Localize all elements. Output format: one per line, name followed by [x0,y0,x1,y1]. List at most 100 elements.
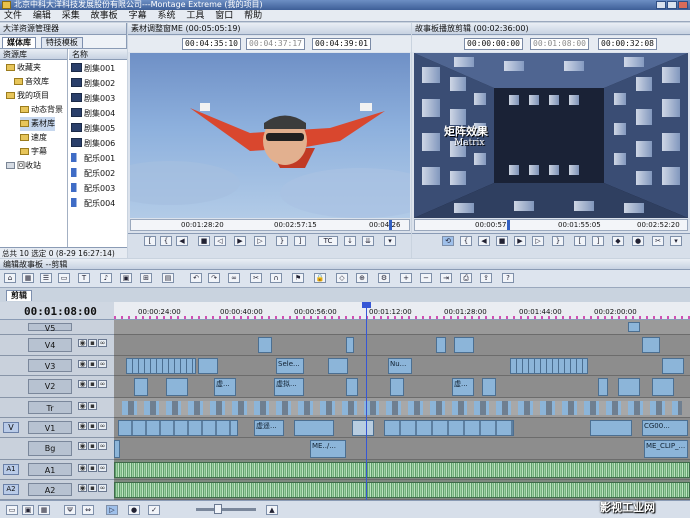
eye-icon[interactable]: ◉ [78,402,87,410]
output-icon[interactable]: ⇥ [440,273,452,283]
track-lane-bg[interactable]: ME../... ME_CLIP_... [114,438,690,460]
range-tool-icon[interactable]: ▭ [58,273,70,283]
link-icon[interactable]: ∞ [98,484,107,492]
list-item[interactable]: 配乐003 [69,181,127,196]
eye-icon[interactable]: ◉ [78,380,87,388]
render-button[interactable]: ◆ [612,236,624,246]
tree-item-favorites[interactable]: 收藏夹 [6,61,41,75]
transition-strip[interactable] [122,401,682,415]
record-button[interactable]: ● [632,236,644,246]
clip[interactable] [166,378,188,396]
select-tool-icon[interactable]: ⌂ [4,273,16,283]
clip[interactable] [590,420,632,436]
menu-help[interactable]: 帮助 [240,10,266,22]
play-button[interactable]: ▶ [514,236,526,246]
list-item[interactable]: 剧集004 [69,106,127,121]
lock-icon[interactable]: ▪ [88,422,97,430]
program-ruler[interactable]: 00:00:57 00:01:55:05 00:02:52:20 [414,219,688,231]
step-back-button[interactable]: ◀ [176,236,188,246]
prev-frame-button[interactable]: ◁ [214,236,226,246]
timeline-playhead-handle[interactable] [362,302,371,308]
eye-icon[interactable]: ◉ [78,339,87,347]
goto-in-button[interactable]: { [160,236,172,246]
track-label[interactable]: A1 [28,463,72,476]
tab-media-library[interactable]: 媒体库 [2,37,36,48]
print-icon[interactable]: ⎙ [460,273,472,283]
track-remove-icon[interactable]: − [420,273,432,283]
maximize-button[interactable] [667,1,677,9]
zoom-slider-thumb[interactable] [214,504,222,514]
source-in-timecode[interactable]: 00:04:35:10 [182,38,241,50]
redo-icon[interactable]: ↷ [208,273,220,283]
list-item[interactable]: 剧集003 [69,91,127,106]
clip[interactable] [258,337,272,353]
menu-capture[interactable]: 采集 [58,10,84,22]
program-playhead[interactable] [507,220,510,230]
list-item[interactable]: 配乐004 [69,196,127,211]
source-duration-timecode[interactable]: 00:04:37:17 [246,38,305,50]
clip[interactable]: ME_CLIP_... [644,440,688,458]
v-group-toggle[interactable]: V [3,422,19,433]
audio-waveform[interactable] [114,482,690,498]
program-duration-timecode[interactable]: 00:01:08:00 [530,38,589,50]
timeline-timecode[interactable]: 00:01:08:00 [24,305,97,318]
goto-out-button[interactable]: } [552,236,564,246]
lock-icon[interactable]: ▪ [88,442,97,450]
mark-out-button[interactable]: ] [294,236,306,246]
clip[interactable]: Sele... [276,358,304,374]
tree-item-material-library[interactable]: 素材库 [20,117,55,131]
grid-tool-icon[interactable]: ▦ [22,273,34,283]
source-playhead[interactable] [389,220,392,230]
track-lane-v1[interactable]: 虚遥... CG00... [114,418,690,438]
audio-waveform[interactable] [114,462,690,478]
track-label[interactable]: V2 [28,379,72,394]
mark-in-button[interactable]: [ [574,236,586,246]
lock-icon[interactable]: ▪ [88,464,97,472]
zoom-slider[interactable] [196,508,256,511]
settings-icon[interactable]: ⚙ [378,273,390,283]
list-item[interactable]: 配乐001 [69,151,127,166]
goto-in-button[interactable]: { [460,236,472,246]
help-icon[interactable]: ? [502,273,514,283]
track-lane-v4[interactable] [114,335,690,356]
play-button[interactable]: ▶ [234,236,246,246]
clip[interactable]: Nu... [388,358,412,374]
timeline-ruler[interactable]: 00:00:24:00 00:00:40:00 00:00:56:00 00:0… [114,302,690,320]
list-item[interactable]: 剧集001 [69,61,127,76]
clip[interactable]: ME../... [310,440,346,458]
zoom-icon[interactable]: ⊕ [356,273,368,283]
goto-out-button[interactable]: } [276,236,288,246]
clip[interactable] [346,337,354,353]
keyframe-icon[interactable]: ◇ [336,273,348,283]
clip[interactable] [618,378,640,396]
lock-icon[interactable]: ▪ [88,360,97,368]
clip[interactable] [436,337,446,353]
text-tool-icon[interactable]: T [78,273,90,283]
clip[interactable]: 虚遥... [254,420,284,436]
link-icon[interactable]: ∞ [98,380,107,388]
source-ruler[interactable]: 00:01:28:20 00:02:57:15 00:04:26 [130,219,410,231]
menu-system[interactable]: 系统 [153,10,179,22]
export-icon[interactable]: ⇪ [480,273,492,283]
tab-effect-templates[interactable]: 特技模板 [40,37,83,48]
link-icon[interactable]: ∞ [98,422,107,430]
list-item[interactable]: 剧集002 [69,76,127,91]
split-tool-icon[interactable]: ⊞ [140,273,152,283]
speaker-icon[interactable]: ◉ [78,464,87,472]
eye-icon[interactable]: ◉ [78,442,87,450]
clip-selected[interactable] [352,420,374,436]
zoom-in-icon[interactable]: ▲ [266,505,278,515]
razor-icon[interactable]: ✂ [250,273,262,283]
trim-mode-icon[interactable]: Ψ [64,505,76,515]
record-icon[interactable]: ● [128,505,140,515]
link-icon[interactable]: ∞ [228,273,240,283]
clip[interactable] [384,420,514,436]
clip[interactable] [662,358,684,374]
link-icon[interactable]: ∞ [98,442,107,450]
track-label[interactable]: A2 [28,483,72,496]
track-label[interactable]: V1 [28,421,72,434]
clip[interactable] [510,358,588,374]
insert-button[interactable]: ↓ [344,236,356,246]
track-lane-a2[interactable] [114,480,690,500]
track-label[interactable]: V3 [28,359,72,372]
